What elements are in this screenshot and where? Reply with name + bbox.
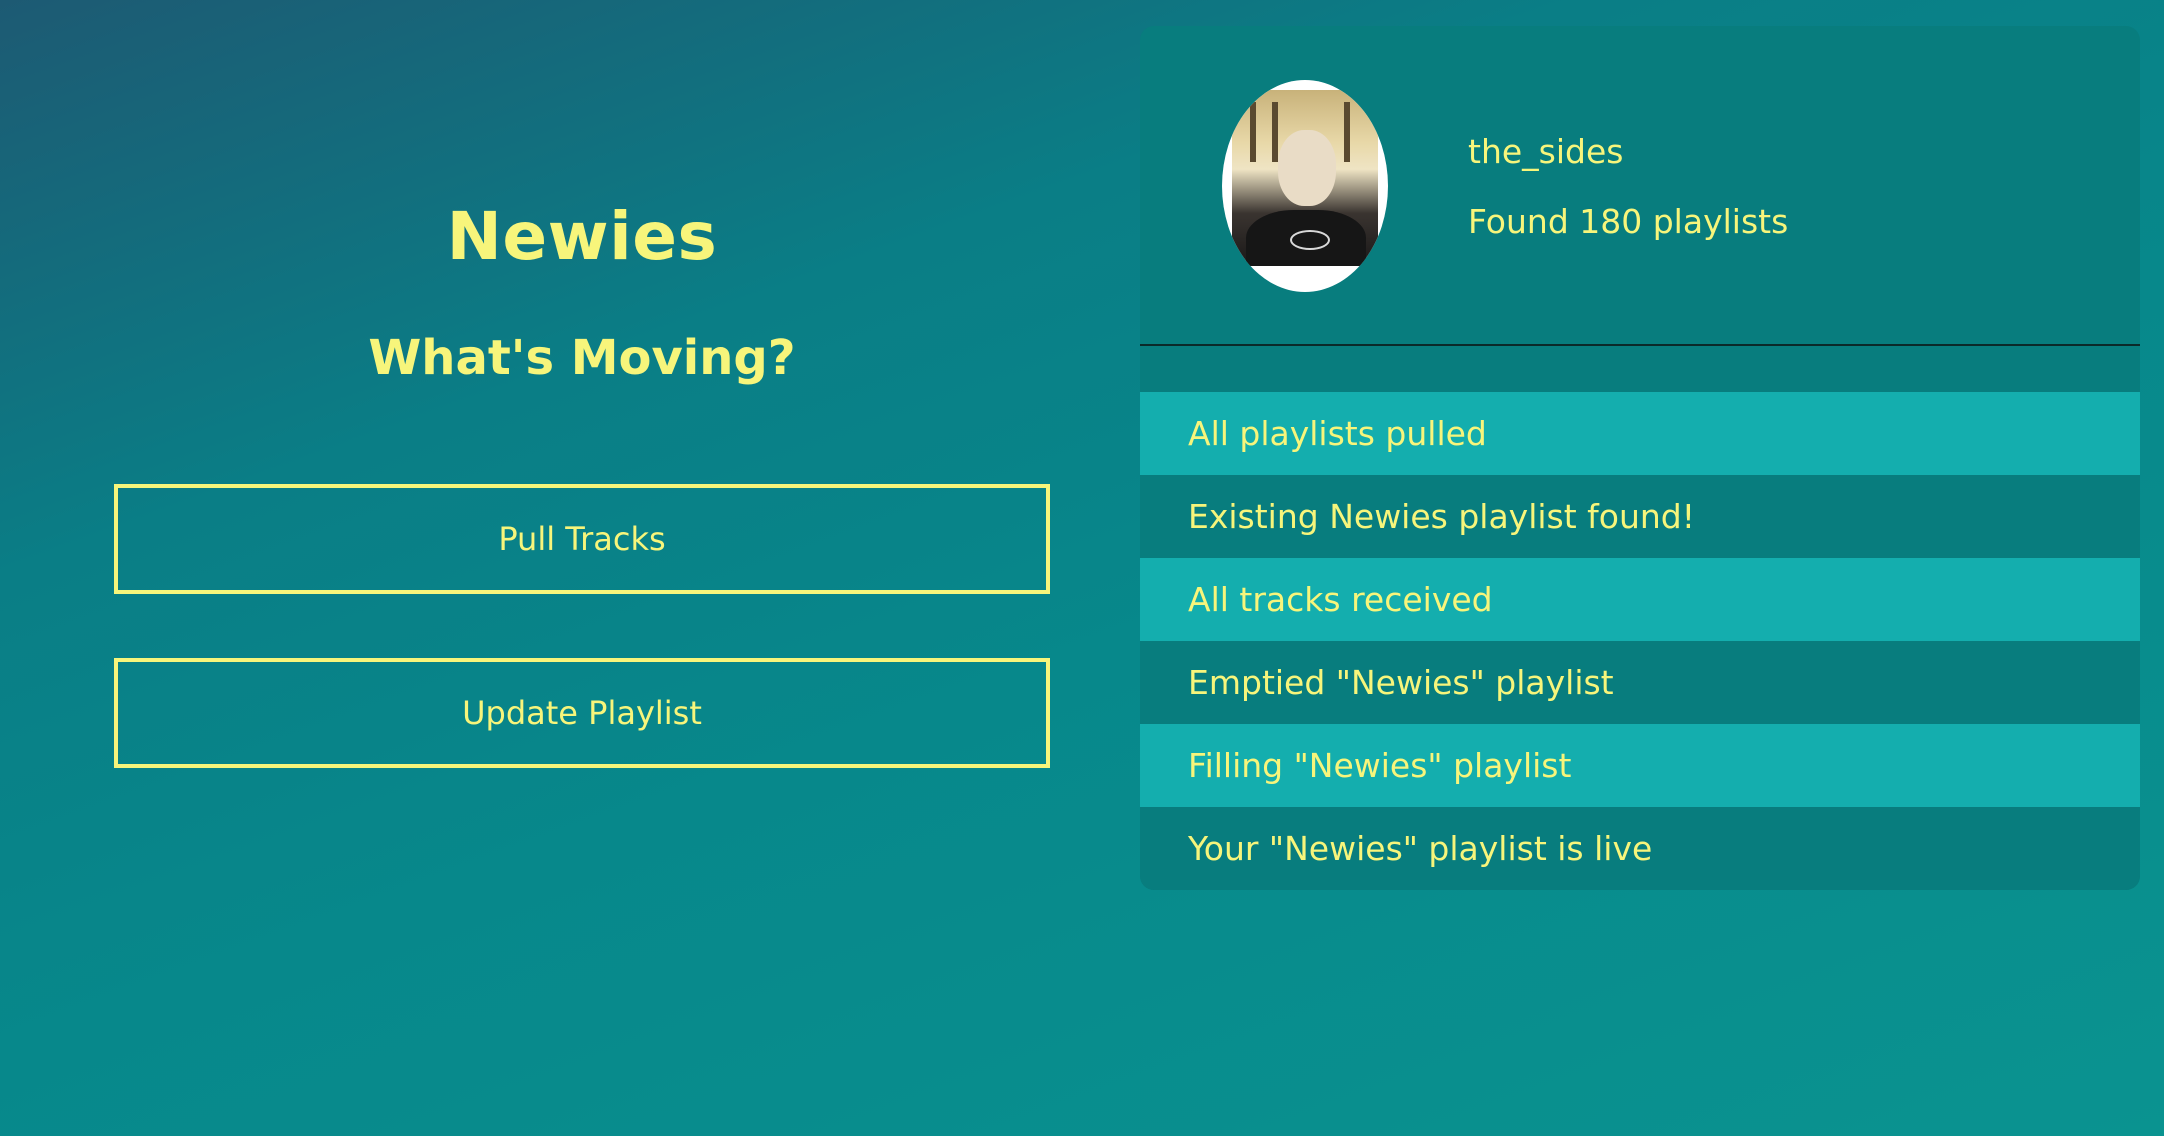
- playlist-count: Found 180 playlists: [1468, 202, 1789, 241]
- username: the_sides: [1468, 132, 1624, 171]
- status-item: Filling "Newies" playlist: [1140, 724, 2140, 807]
- status-log: All playlists pulled Existing Newies pla…: [1140, 392, 2140, 890]
- status-item: Emptied "Newies" playlist: [1140, 641, 2140, 724]
- app-title: Newies: [446, 198, 718, 275]
- status-item: Your "Newies" playlist is live: [1140, 807, 2140, 890]
- status-item: All playlists pulled: [1140, 392, 2140, 475]
- pull-tracks-button[interactable]: Pull Tracks: [114, 484, 1050, 594]
- avatar-photo: [1232, 90, 1378, 266]
- status-panel: the_sides Found 180 playlists All playli…: [1140, 26, 2140, 890]
- control-panel: Newies What's Moving? Pull Tracks Update…: [0, 0, 1140, 1136]
- status-item: All tracks received: [1140, 558, 2140, 641]
- update-playlist-button[interactable]: Update Playlist: [114, 658, 1050, 768]
- status-item: Existing Newies playlist found!: [1140, 475, 2140, 558]
- avatar: [1222, 80, 1388, 292]
- app-subtitle: What's Moving?: [368, 330, 796, 386]
- user-profile: the_sides Found 180 playlists: [1140, 26, 2140, 346]
